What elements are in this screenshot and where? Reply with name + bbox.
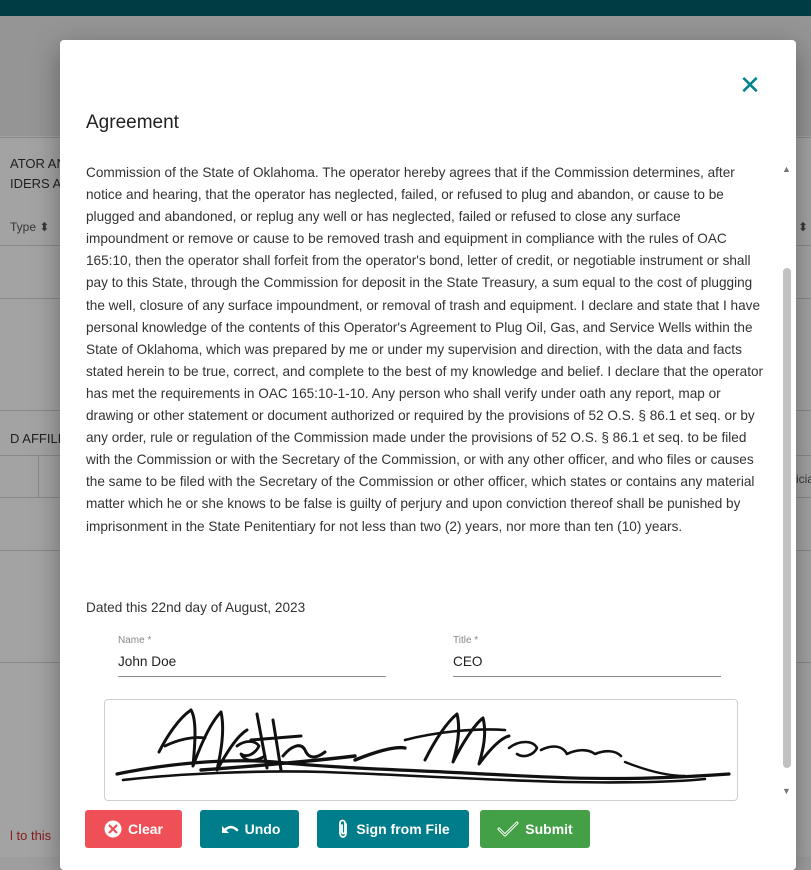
title-label: Title * xyxy=(453,635,479,646)
undo-icon xyxy=(221,825,238,833)
submit-button[interactable]: Submit xyxy=(480,810,590,848)
checkmark-icon xyxy=(497,821,519,837)
sign-from-file-button[interactable]: Sign from File xyxy=(317,810,469,848)
clear-button[interactable]: Clear xyxy=(85,810,182,848)
dated-line: Dated this 22nd day of August, 2023 xyxy=(86,600,306,615)
title-field[interactable]: Title * CEO xyxy=(453,635,721,677)
undo-button[interactable]: Undo xyxy=(200,810,299,848)
clear-icon xyxy=(104,820,122,838)
agreement-text: Commission of the State of Oklahoma. The… xyxy=(86,165,764,534)
signature-pad[interactable] xyxy=(104,699,738,801)
title-input[interactable]: CEO xyxy=(453,654,721,677)
scrollbar[interactable]: ▲ ▼ xyxy=(780,164,794,804)
close-icon[interactable]: ✕ xyxy=(738,72,762,98)
dialog-title: Agreement xyxy=(86,112,179,133)
scroll-down-arrow-icon[interactable]: ▼ xyxy=(782,786,791,796)
name-input[interactable]: John Doe xyxy=(118,654,386,677)
submit-label: Submit xyxy=(525,821,573,837)
sign-from-file-label: Sign from File xyxy=(356,821,450,837)
name-label: Name * xyxy=(118,635,152,646)
agreement-dialog: ✕ Agreement Commission of the State of O… xyxy=(60,40,796,870)
scroll-up-arrow-icon[interactable]: ▲ xyxy=(782,164,791,174)
clear-label: Clear xyxy=(127,821,164,837)
signature-drawing xyxy=(115,708,731,784)
paperclip-icon xyxy=(339,819,348,838)
name-field[interactable]: Name * John Doe xyxy=(118,635,386,677)
scrollbar-thumb[interactable] xyxy=(783,268,791,768)
undo-label: Undo xyxy=(244,821,281,837)
